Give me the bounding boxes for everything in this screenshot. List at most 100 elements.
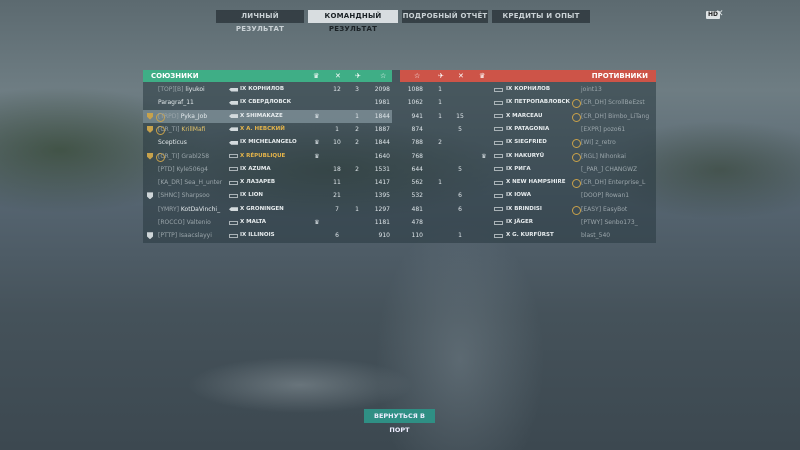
tab-personal-result[interactable]: ЛИЧНЫЙ РЕЗУЛЬТАТ bbox=[216, 10, 304, 33]
xp-value: 562 bbox=[411, 179, 423, 187]
xp-value: 1181 bbox=[374, 219, 390, 226]
planes-value: 2 bbox=[438, 139, 442, 147]
planes-value: 1 bbox=[438, 112, 442, 120]
player-name: [CR_DH] ScrollBeEzst bbox=[581, 96, 645, 109]
tab-team-result[interactable]: КОМАНДНЫЙ РЕЗУЛЬТАТ bbox=[308, 10, 398, 33]
ship-name: X G. KURFÜRST bbox=[506, 232, 554, 239]
ship-class-icon bbox=[229, 220, 238, 225]
ship-name: X GRONINGEN bbox=[240, 205, 284, 212]
camo-badge-icon bbox=[572, 139, 581, 149]
xp-value: 788 bbox=[411, 139, 423, 147]
camo-badge-icon bbox=[572, 112, 581, 122]
close-icon[interactable]: ✕ bbox=[716, 8, 724, 20]
ship-name: IX СВЕРДЛОВСК bbox=[240, 99, 292, 106]
planes-value: 1 bbox=[438, 86, 442, 93]
planes-value: 1 bbox=[355, 112, 359, 120]
enemy-row[interactable]: 1088 1 IX КОРНИЛОВ joint13 bbox=[400, 83, 656, 96]
ally-row[interactable]: [ROCCO] Valtenio X MALTA ♛ 1181 bbox=[143, 216, 392, 229]
clan-tag: [EASY] bbox=[581, 205, 602, 213]
allies-header: СОЮЗНИКИ ♛ ✕ ✈ ☆ bbox=[143, 70, 392, 82]
ally-row[interactable]: [SHNC] Sharpsoo IX LION 21 1395 bbox=[143, 189, 392, 202]
clan-tag: [CR_TI] bbox=[158, 125, 180, 133]
enemy-row[interactable]: 532 6 IX IOWA [DOOP] Rowan1 bbox=[400, 189, 656, 202]
rank-shield-icon bbox=[147, 152, 153, 160]
planes-value: 1 bbox=[438, 99, 442, 107]
camo-badge-icon bbox=[572, 152, 581, 162]
ally-row[interactable]: [KA_DR] Sea_H_unter X ЛАЗАРЕВ 11 1417 bbox=[143, 176, 392, 189]
rank-shield-icon bbox=[147, 112, 153, 120]
ally-row[interactable]: Scepticus IX MICHELANGELO ♛ 10 2 1844 bbox=[143, 136, 392, 149]
ship-class-icon bbox=[229, 140, 238, 145]
enemy-row[interactable]: 644 5 IX РИГА [_PAR_] CHANGWZ bbox=[400, 163, 656, 176]
player-name: [YMRY] KotDaVinchi_ bbox=[158, 203, 220, 216]
ally-row[interactable]: [CR_TI] KrillMafi X A. НЕВСКИЙ 1 2 1887 bbox=[143, 123, 392, 136]
camo-badge-icon bbox=[572, 205, 581, 215]
enemy-row[interactable]: 874 5 IX PATAGONIA [EXPR] pozo61 bbox=[400, 123, 656, 136]
ship-name: IX КОРНИЛОВ bbox=[240, 86, 285, 92]
team-scoreboard: СОЮЗНИКИ ♛ ✕ ✈ ☆ ☆ ✈ ✕ ♛ ПРОТИВНИКИ [TOP… bbox=[143, 70, 656, 243]
player-name: [TOP][B] liyukoi bbox=[158, 83, 205, 96]
enemies-title: ПРОТИВНИКИ bbox=[591, 72, 648, 80]
planes-icon: ✈ bbox=[355, 72, 361, 80]
enemy-row[interactable]: 478 IX JÄGER [PTWY] Senbo173_ bbox=[400, 216, 656, 229]
clan-tag: [CR_TI] bbox=[158, 152, 180, 160]
ally-row[interactable]: [TRPD] Pyka_Job X SHIMAKAZE ♛ 1 1844 bbox=[143, 109, 392, 123]
ally-row[interactable]: [PTD] Kyle506g4 IX AZUMA 18 2 1531 bbox=[143, 163, 392, 176]
ribbons-icon: ♛ bbox=[313, 72, 320, 80]
player-nick: ScrollBeEzst bbox=[608, 99, 645, 107]
enemy-row[interactable]: 788 2 IX SIEGFRIED [WI] z_retro bbox=[400, 136, 656, 149]
xp-value: 532 bbox=[411, 192, 423, 200]
kills-value: 5 bbox=[458, 125, 462, 133]
ally-row[interactable]: [PTTP] Isaacslayyi IX ILLINOIS 6 910 bbox=[143, 229, 392, 242]
player-name: [KA_DR] Sea_H_unter bbox=[158, 176, 222, 189]
xp-value: 1887 bbox=[374, 125, 390, 133]
planes-value: 2 bbox=[355, 125, 359, 133]
ship-class-icon bbox=[494, 87, 503, 92]
player-nick: z_retro bbox=[595, 139, 616, 147]
ally-row[interactable]: Paragraf_11 IX СВЕРДЛОВСК 1981 bbox=[143, 96, 392, 109]
player-nick: liyukoi bbox=[185, 86, 205, 93]
tab-detailed-report[interactable]: ПОДРОБНЫЙ ОТЧЁТ bbox=[402, 10, 488, 23]
ship-class-icon bbox=[229, 114, 238, 119]
player-nick: blast_540 bbox=[581, 232, 611, 240]
enemy-row[interactable]: 768 ♛ IX HAKURYŪ [RGL] Nihonkai bbox=[400, 150, 656, 163]
ship-class-icon bbox=[494, 114, 503, 119]
ribbons-icon: ♛ bbox=[479, 72, 486, 80]
kills-value: 6 bbox=[458, 192, 462, 200]
player-name: [EASY] EasyBot bbox=[581, 203, 627, 216]
kills-value: 6 bbox=[335, 232, 339, 240]
xp-icon: ☆ bbox=[414, 72, 421, 80]
ally-row[interactable]: [TOP][B] liyukoi IX КОРНИЛОВ 12 3 2098 bbox=[143, 83, 392, 96]
rank-shield-icon bbox=[147, 192, 153, 200]
enemy-row[interactable]: 941 1 15 X MARCEAU [CR_DH] Bimbo_LiTang bbox=[400, 110, 656, 123]
tab-credits-xp[interactable]: КРЕДИТЫ И ОПЫТ bbox=[492, 10, 590, 23]
player-nick: Valtenio bbox=[186, 219, 211, 226]
clan-tag: [PTD] bbox=[158, 165, 175, 173]
xp-value: 2098 bbox=[374, 86, 390, 93]
player-nick: Scepticus bbox=[158, 139, 187, 147]
player-nick: KrillMafi bbox=[181, 125, 206, 133]
camo-badge-icon bbox=[572, 179, 581, 189]
ally-row[interactable]: [CR_TI] Grabl258 X RÉPUBLIQUE ♛ 1640 bbox=[143, 150, 392, 163]
player-nick: pozo61 bbox=[603, 125, 626, 133]
xp-value: 1088 bbox=[407, 86, 423, 93]
clan-tag: [TOP][B] bbox=[158, 86, 184, 93]
player-nick: Paragraf_11 bbox=[158, 99, 194, 107]
return-to-port-button[interactable]: ВЕРНУТЬСЯ В ПОРТ bbox=[364, 409, 435, 434]
clan-tag: [PTTP] bbox=[158, 232, 178, 240]
kills-value: 5 bbox=[458, 165, 462, 173]
enemy-row[interactable]: 562 1 X NEW HAMPSHIRE [CR_DH] Enterprise_L bbox=[400, 176, 656, 189]
enemy-row[interactable]: 1062 1 IX ПЕТРОПАВЛОВСК [CR_DH] ScrollBeEzs… bbox=[400, 96, 656, 109]
player-name: [PTWY] Senbo173_ bbox=[581, 216, 638, 229]
xp-value: 1531 bbox=[374, 165, 390, 173]
kills-value: 18 bbox=[333, 165, 341, 173]
ship-class-icon bbox=[494, 167, 503, 172]
enemy-row[interactable]: 481 6 IX BRINDISI [EASY] EasyBot bbox=[400, 203, 656, 216]
clan-tag: [SHNC] bbox=[158, 192, 180, 200]
player-nick: Pyka_Job bbox=[180, 112, 208, 120]
ally-row[interactable]: [YMRY] KotDaVinchi_ X GRONINGEN 7 1 1297 bbox=[143, 203, 392, 216]
ship-class-icon bbox=[494, 193, 503, 198]
player-name: [ROCCO] Valtenio bbox=[158, 216, 211, 229]
enemy-row[interactable]: 110 1 X G. KURFÜRST blast_540 bbox=[400, 229, 656, 242]
ship-class-icon bbox=[494, 220, 503, 225]
